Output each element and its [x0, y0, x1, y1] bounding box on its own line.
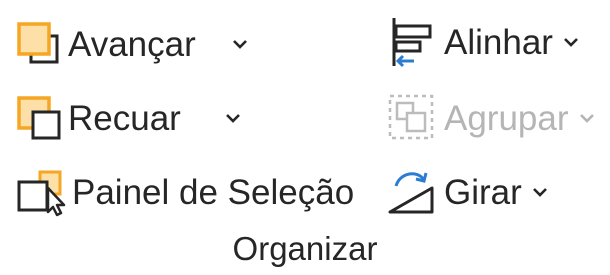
selection-pane-label: Painel de Seleção: [72, 172, 355, 212]
send-backward-label: Recuar: [68, 98, 181, 138]
rotate-icon: [380, 164, 444, 220]
bring-forward-icon: [12, 18, 68, 70]
selection-pane-button[interactable]: Painel de Seleção: [12, 162, 354, 222]
bring-forward-label: Avançar: [68, 24, 196, 64]
align-icon: [380, 14, 444, 70]
group-objects-button[interactable]: Agrupar: [380, 88, 595, 148]
ribbon-group-organizar: Avançar Recuar Painel de Seleção Alinhar…: [0, 0, 610, 275]
chevron-down-icon: [579, 112, 595, 124]
group-label: Organizar: [232, 230, 378, 267]
align-button[interactable]: Alinhar: [380, 12, 579, 72]
align-label: Alinhar: [444, 22, 553, 62]
bring-forward-button[interactable]: Avançar: [12, 14, 248, 74]
selection-pane-icon: [12, 166, 72, 218]
chevron-down-icon[interactable]: [225, 112, 241, 124]
rotate-label: Girar: [444, 172, 522, 212]
group-objects-icon: [380, 90, 444, 146]
send-backward-icon: [12, 92, 68, 144]
chevron-down-icon[interactable]: [232, 38, 248, 50]
group-objects-label: Agrupar: [444, 98, 569, 138]
rotate-button[interactable]: Girar: [380, 162, 548, 222]
chevron-down-icon[interactable]: [532, 186, 548, 198]
send-backward-button[interactable]: Recuar: [12, 88, 241, 148]
chevron-down-icon[interactable]: [563, 36, 579, 48]
